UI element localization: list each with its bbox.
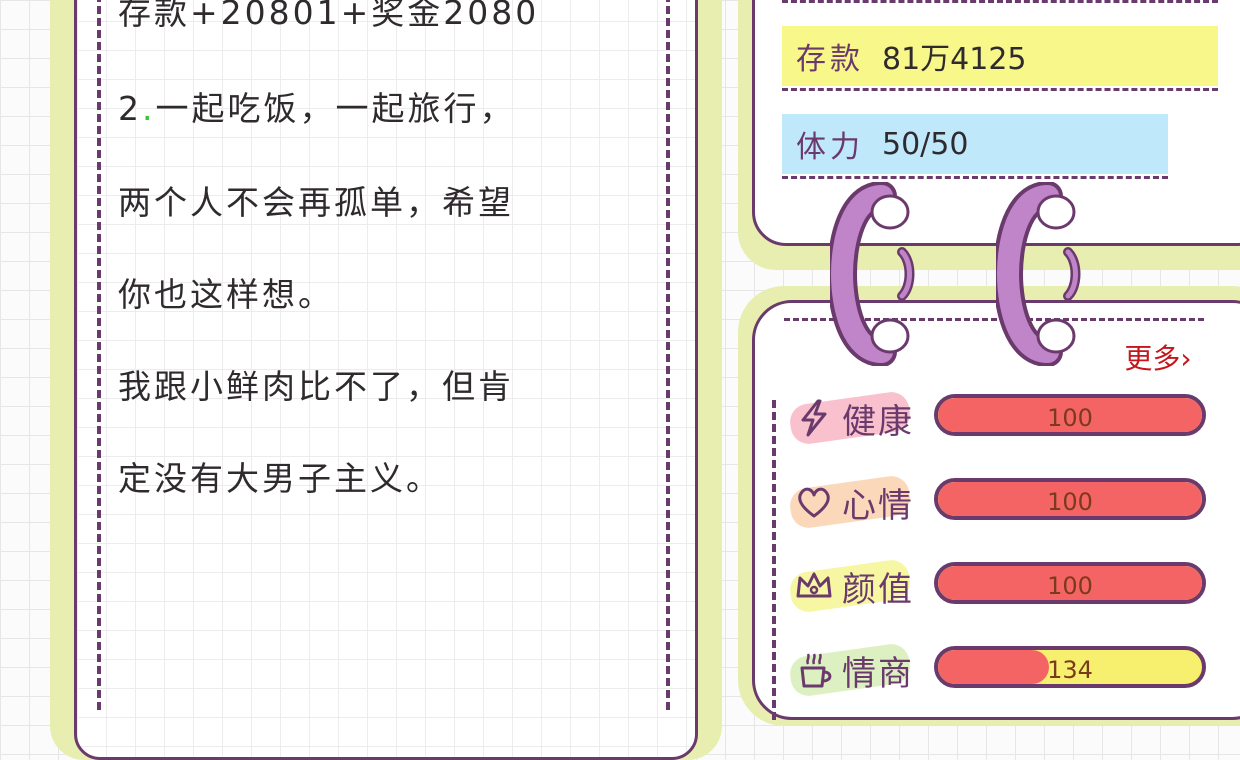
binder-ring-right <box>996 182 1081 366</box>
diary-margin-left <box>97 0 101 710</box>
lightning-icon <box>801 399 827 437</box>
diary-line-2-text: 一起吃饭，一起旅行， <box>155 89 516 128</box>
more-button[interactable]: 更多› <box>1110 332 1206 382</box>
mood-value: 100 <box>1047 488 1093 516</box>
stamina-value: 50/50 <box>882 126 969 162</box>
attribute-row-looks: 颜值 100 <box>784 556 1224 616</box>
attribute-label-looks: 颜值 <box>842 570 914 610</box>
attribute-row-eq: 情商 134 <box>784 640 1224 700</box>
stamina-row: 体力 50/50 <box>782 114 1168 174</box>
deposit-divider <box>782 88 1218 91</box>
attribute-label-mood: 心情 <box>842 486 914 526</box>
attributes-margin-left <box>772 400 776 720</box>
eq-bar: 134 <box>934 646 1206 688</box>
health-bar: 100 <box>934 394 1206 436</box>
diary-line-5: 我跟小鲜肉比不了，但肯 <box>118 367 514 406</box>
diary-line-3: 两个人不会再孤单，希望 <box>118 183 514 222</box>
deposit-value: 81万4125 <box>882 42 1027 77</box>
health-value: 100 <box>1047 404 1093 432</box>
stamina-divider <box>782 176 1168 179</box>
attribute-label-eq: 情商 <box>842 654 914 694</box>
diary-line-6: 定没有大男子主义。 <box>118 459 442 498</box>
eq-value: 134 <box>1047 656 1093 684</box>
mood-bar: 100 <box>934 478 1206 520</box>
looks-value: 100 <box>1047 572 1093 600</box>
diary-line-4: 你也这样想。 <box>118 275 334 314</box>
binder-ring-left <box>830 182 915 366</box>
attribute-row-health: 健康 100 <box>784 388 1224 448</box>
stamina-label: 体力 <box>796 130 864 165</box>
deposit-label: 存款 <box>796 42 864 77</box>
diary-item-number: 2 <box>118 89 142 128</box>
crown-icon <box>796 572 832 598</box>
heart-icon <box>798 487 830 518</box>
diary-margin-right <box>666 0 670 710</box>
attribute-row-mood: 心情 100 <box>784 472 1224 532</box>
deposit-row: 存款 81万4125 <box>782 26 1218 86</box>
looks-bar: 100 <box>934 562 1206 604</box>
coffee-cup-icon <box>800 653 832 688</box>
stats-divider-top <box>782 0 1218 3</box>
attribute-label-health: 健康 <box>842 402 914 442</box>
green-dot: . <box>142 89 156 128</box>
diary-line-1: 存款+20801+奖金2080 <box>118 0 540 32</box>
diary-line-2: 2.一起吃饭，一起旅行， <box>118 82 516 130</box>
